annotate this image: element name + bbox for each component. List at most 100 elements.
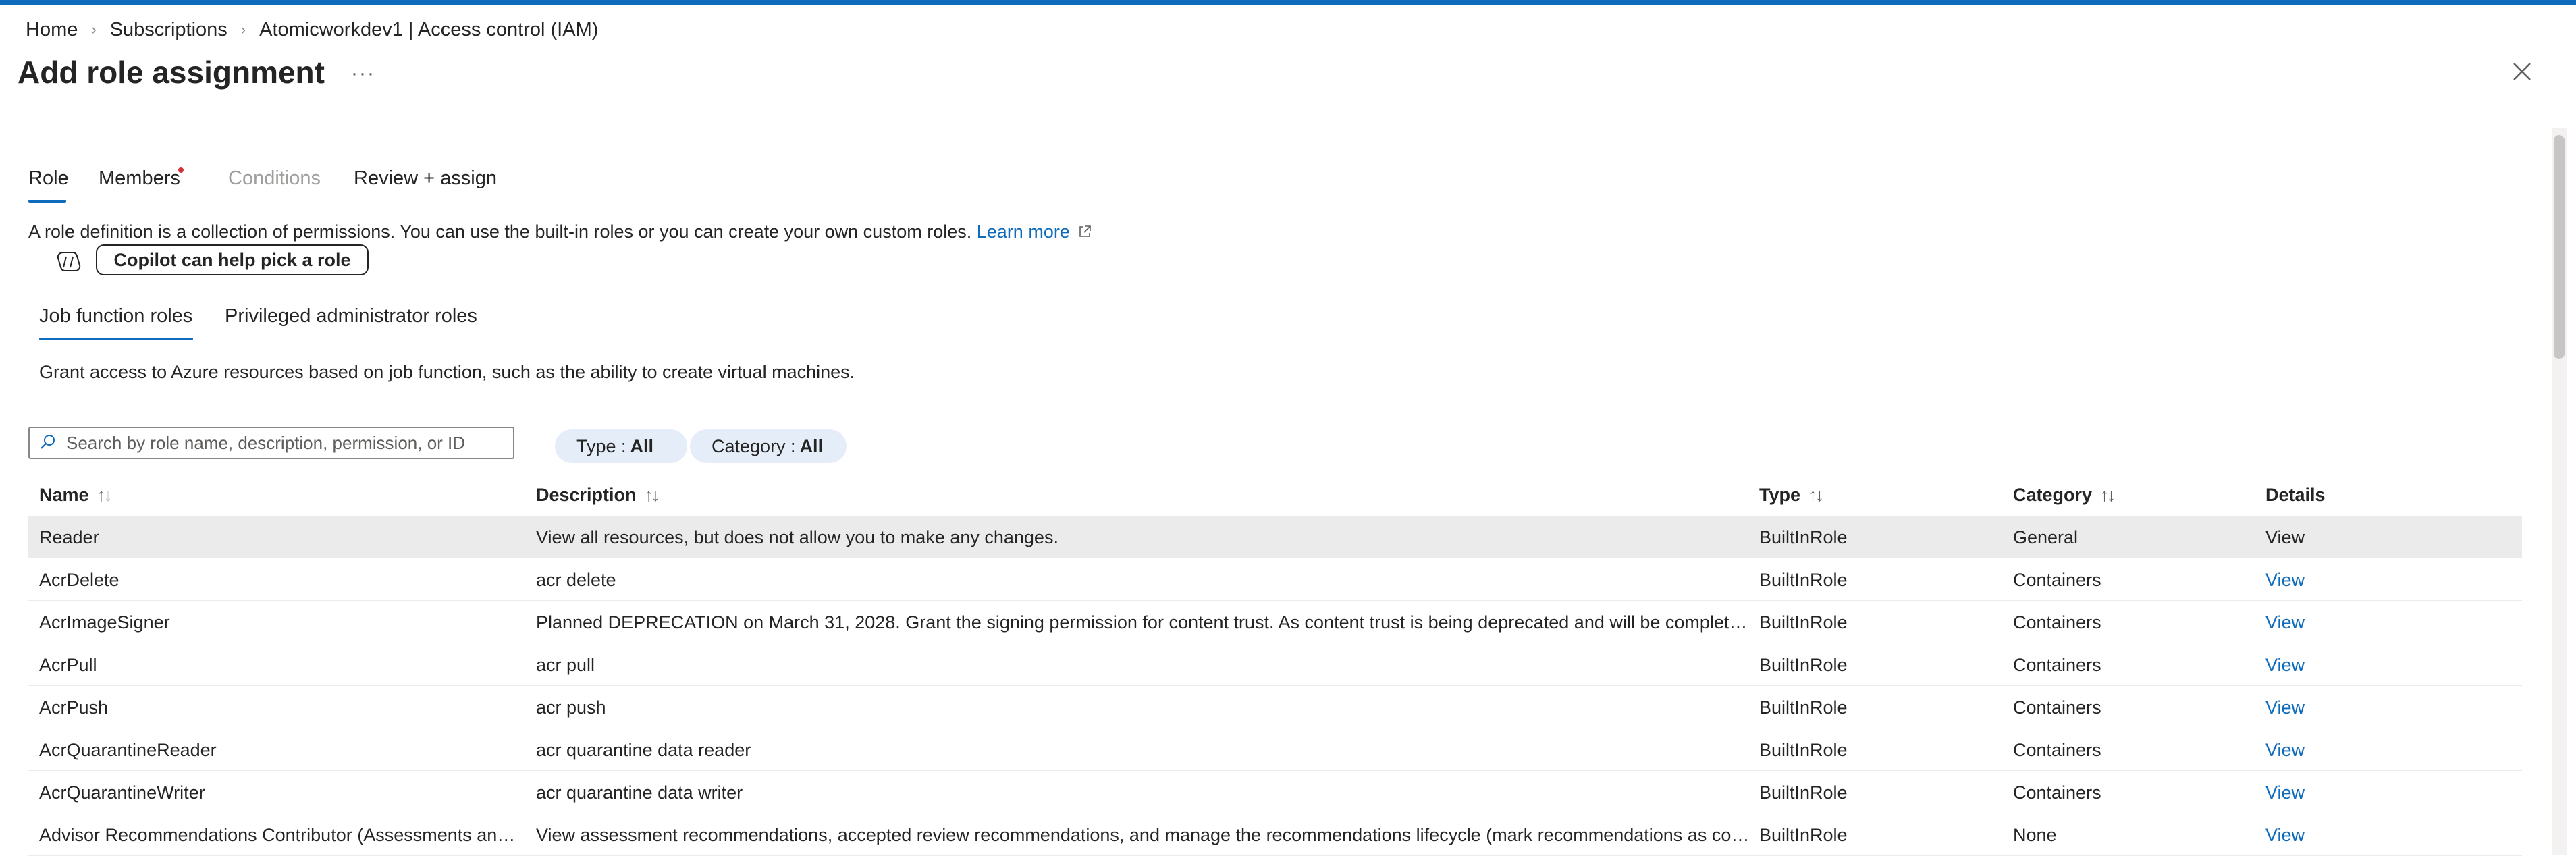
copilot-icon bbox=[57, 252, 81, 271]
copilot-pick-role-button[interactable]: Copilot can help pick a role bbox=[96, 244, 369, 275]
external-link-icon bbox=[1079, 225, 1092, 237]
column-type-label: Type bbox=[1759, 485, 1801, 505]
tab-members[interactable]: Members bbox=[99, 167, 180, 190]
tab-conditions-label: Conditions bbox=[228, 167, 321, 189]
role-name: AcrDelete bbox=[39, 570, 119, 590]
sort-icon[interactable]: ↑↓ bbox=[1808, 485, 1824, 506]
table-row[interactable]: AcrPush acr push BuiltInRole Containers … bbox=[28, 686, 2522, 728]
close-button[interactable] bbox=[2508, 58, 2535, 85]
tab-privileged-administrator-roles[interactable]: Privileged administrator roles bbox=[225, 305, 477, 327]
tab-job-function-roles[interactable]: Job function roles bbox=[39, 305, 192, 327]
type-filter-label: Type : bbox=[576, 435, 626, 456]
view-details-link[interactable]: View bbox=[2265, 697, 2305, 718]
tab-role-label: Role bbox=[28, 167, 69, 189]
role-category: Containers bbox=[2013, 740, 2101, 760]
role-category: None bbox=[2013, 825, 2057, 845]
learn-more-link[interactable]: Learn more bbox=[977, 221, 1093, 242]
column-header-details: Details bbox=[2265, 485, 2326, 506]
tab-review-assign-label: Review + assign bbox=[354, 167, 497, 189]
view-details-link[interactable]: View bbox=[2265, 527, 2305, 548]
role-description: acr pull bbox=[536, 655, 595, 675]
role-type: BuiltInRole bbox=[1759, 612, 1848, 633]
column-header-name[interactable]: Name ↑↓ bbox=[39, 485, 113, 506]
role-type: BuiltInRole bbox=[1759, 570, 1848, 590]
role-type: BuiltInRole bbox=[1759, 655, 1848, 675]
table-header: Name ↑↓ Description ↑↓ Type ↑↓ Category … bbox=[28, 474, 2522, 516]
close-icon bbox=[2513, 63, 2531, 80]
breadcrumb-iam[interactable]: Atomicworkdev1 | Access control (IAM) bbox=[259, 19, 598, 41]
column-header-category[interactable]: Category ↑↓ bbox=[2013, 485, 2116, 506]
category-filter-label: Category : bbox=[712, 435, 796, 456]
required-indicator-dot bbox=[178, 167, 184, 173]
view-details-link[interactable]: View bbox=[2265, 825, 2305, 846]
column-details-label: Details bbox=[2265, 485, 2326, 505]
role-type: BuiltInRole bbox=[1759, 825, 1848, 845]
role-description: acr quarantine data reader bbox=[536, 740, 751, 760]
sort-ascending-icon[interactable]: ↑↓ bbox=[97, 485, 113, 506]
type-filter-pill[interactable]: Type : All bbox=[555, 429, 687, 463]
top-accent-bar bbox=[0, 0, 2576, 5]
role-name: Advisor Recommendations Contributor (Ass… bbox=[39, 825, 525, 845]
view-details-link[interactable]: View bbox=[2265, 655, 2305, 676]
role-name: AcrQuarantineWriter bbox=[39, 782, 205, 803]
table-row[interactable]: AcrQuarantineWriter acr quarantine data … bbox=[28, 771, 2522, 813]
table-row[interactable]: Reader View all resources, but does not … bbox=[28, 516, 2522, 558]
chevron-right-icon: › bbox=[91, 21, 97, 38]
sort-icon[interactable]: ↑↓ bbox=[645, 485, 660, 506]
tab-role[interactable]: Role bbox=[28, 167, 69, 190]
column-name-label: Name bbox=[39, 485, 89, 505]
table-row[interactable]: AcrPull acr pull BuiltInRole Containers … bbox=[28, 643, 2522, 686]
breadcrumb: Home › Subscriptions › Atomicworkdev1 | … bbox=[26, 16, 598, 43]
page-title: Add role assignment bbox=[18, 55, 325, 90]
role-type: BuiltInRole bbox=[1759, 740, 1848, 760]
view-details-link[interactable]: View bbox=[2265, 570, 2305, 591]
role-type: BuiltInRole bbox=[1759, 697, 1848, 718]
view-details-link[interactable]: View bbox=[2265, 612, 2305, 633]
role-name: AcrQuarantineReader bbox=[39, 740, 217, 760]
active-subtab-indicator bbox=[39, 338, 193, 340]
role-name: Reader bbox=[39, 527, 99, 547]
column-header-description[interactable]: Description ↑↓ bbox=[536, 485, 660, 506]
breadcrumb-subscriptions[interactable]: Subscriptions bbox=[110, 19, 227, 41]
sort-icon[interactable]: ↑↓ bbox=[2100, 485, 2116, 506]
role-category: Containers bbox=[2013, 612, 2101, 633]
search-input[interactable] bbox=[65, 429, 513, 457]
table-row[interactable]: AcrDelete acr delete BuiltInRole Contain… bbox=[28, 558, 2522, 601]
category-filter-pill[interactable]: Category : All bbox=[690, 429, 847, 463]
tab-conditions[interactable]: Conditions bbox=[228, 167, 321, 190]
role-description: acr delete bbox=[536, 570, 616, 590]
intro-text: A role definition is a collection of per… bbox=[28, 221, 972, 242]
role-definition-intro: A role definition is a collection of per… bbox=[28, 221, 1092, 242]
column-category-label: Category bbox=[2013, 485, 2093, 505]
role-category: General bbox=[2013, 527, 2078, 547]
more-options-button[interactable]: ··· bbox=[351, 62, 375, 85]
tab-review-assign[interactable]: Review + assign bbox=[354, 167, 497, 190]
role-description: acr push bbox=[536, 697, 606, 718]
role-description: acr quarantine data writer bbox=[536, 782, 743, 803]
role-name: AcrImageSigner bbox=[39, 612, 170, 633]
search-box[interactable] bbox=[28, 427, 514, 459]
table-row[interactable]: AcrImageSigner Planned DEPRECATION on Ma… bbox=[28, 601, 2522, 643]
roles-table: Name ↑↓ Description ↑↓ Type ↑↓ Category … bbox=[28, 474, 2522, 856]
type-filter-value: All bbox=[630, 435, 654, 456]
chevron-right-icon: › bbox=[240, 21, 246, 38]
breadcrumb-home[interactable]: Home bbox=[26, 19, 78, 41]
scrollbar-thumb[interactable] bbox=[2554, 135, 2565, 359]
column-header-type[interactable]: Type ↑↓ bbox=[1759, 485, 1824, 506]
table-row[interactable]: AcrQuarantineReader acr quarantine data … bbox=[28, 728, 2522, 771]
role-category: Containers bbox=[2013, 782, 2101, 803]
role-type: BuiltInRole bbox=[1759, 527, 1848, 547]
role-category: Containers bbox=[2013, 570, 2101, 590]
category-filter-value: All bbox=[799, 435, 824, 456]
role-description: View assessment recommendations, accepte… bbox=[536, 825, 1751, 845]
role-category: Containers bbox=[2013, 655, 2101, 675]
tab-members-label: Members bbox=[99, 167, 180, 189]
role-type: BuiltInRole bbox=[1759, 782, 1848, 803]
search-icon bbox=[41, 435, 55, 449]
role-description: Planned DEPRECATION on March 31, 2028. G… bbox=[536, 612, 1751, 633]
role-name: AcrPush bbox=[39, 697, 109, 718]
table-row[interactable]: Advisor Recommendations Contributor (Ass… bbox=[28, 813, 2522, 856]
view-details-link[interactable]: View bbox=[2265, 782, 2305, 803]
role-name: AcrPull bbox=[39, 655, 97, 675]
view-details-link[interactable]: View bbox=[2265, 740, 2305, 761]
